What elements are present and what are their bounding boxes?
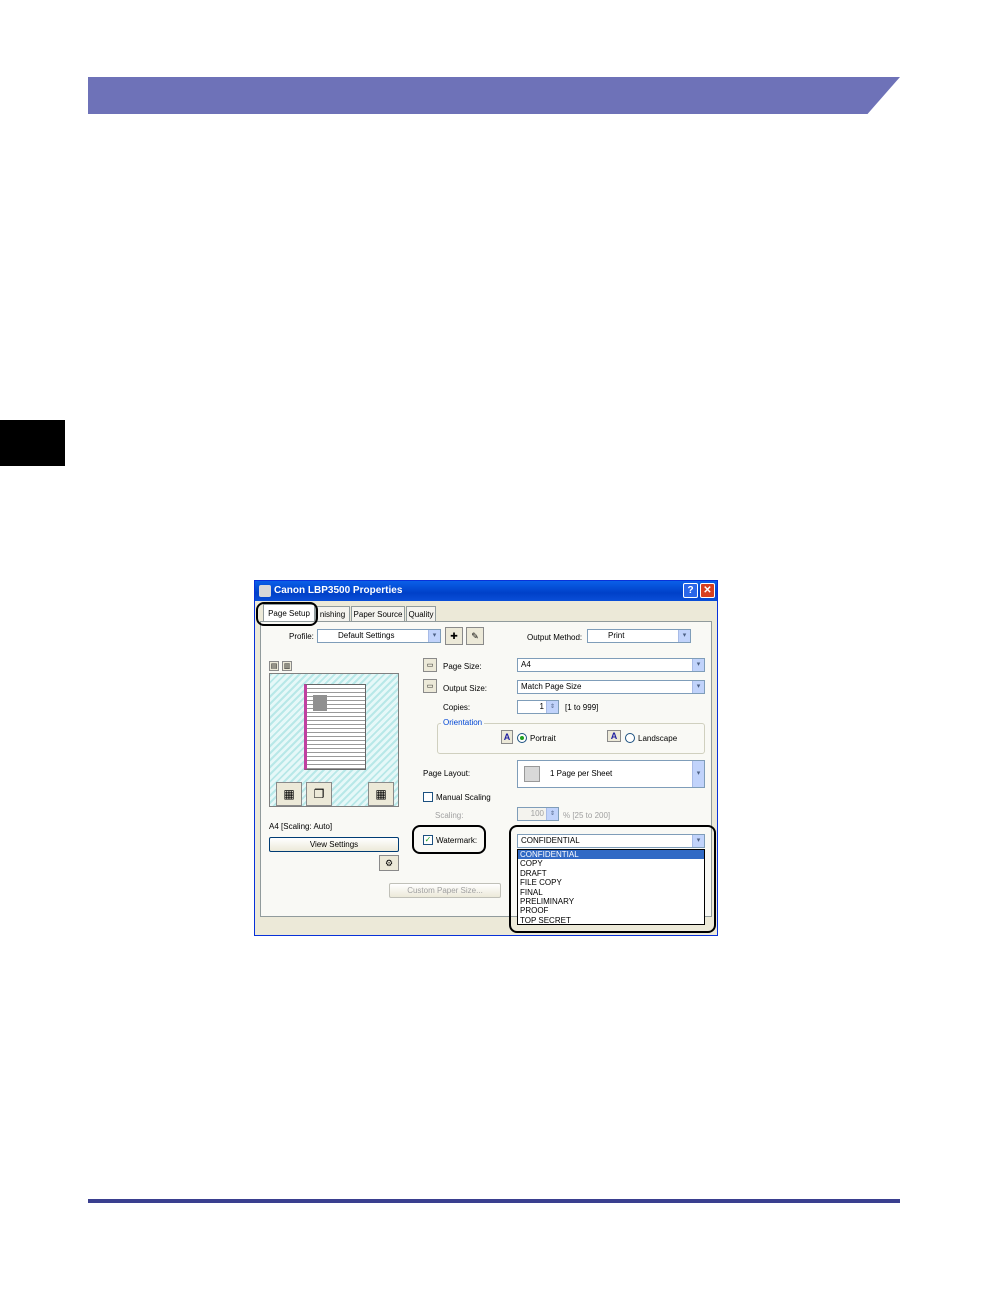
layout-view-icon[interactable]: ▤ (269, 661, 279, 671)
watermark-checkbox-callout (412, 825, 486, 854)
output-size-select[interactable]: Match Page Size ▾ (517, 680, 705, 694)
tab-paper-source[interactable]: Paper Source (351, 606, 405, 621)
chevron-down-icon: ▾ (692, 659, 704, 671)
custom-paper-size-button[interactable]: Custom Paper Size... (389, 883, 501, 898)
page-layout-select[interactable]: 1 Page per Sheet ▾ (517, 760, 705, 788)
profile-label: Profile: (289, 632, 314, 641)
orientation-title: Orientation (441, 718, 485, 727)
add-profile-icon[interactable]: ✚ (445, 627, 463, 645)
chevron-down-icon: ▾ (692, 681, 704, 693)
page-size-icon: ▭ (423, 658, 437, 672)
manual-scaling-label: Manual Scaling (436, 793, 491, 802)
stepper-arrows-icon[interactable]: ⇕ (546, 701, 558, 713)
output-size-label: Output Size: (443, 684, 488, 693)
printer-properties-dialog: Canon LBP3500 Properties ? ✕ Page Setup … (254, 580, 718, 936)
view-settings-button[interactable]: View Settings (269, 837, 399, 852)
page-size-select[interactable]: A4 ▾ (517, 658, 705, 672)
chevron-down-icon: ▾ (678, 630, 690, 642)
printer-view-icon[interactable]: ▥ (282, 661, 292, 671)
output-method-select[interactable]: Print ▾ (587, 629, 691, 643)
printer-info-icon[interactable]: ⚙ (379, 855, 399, 871)
close-button[interactable]: ✕ (700, 583, 715, 598)
title-bar[interactable]: Canon LBP3500 Properties ? ✕ (255, 581, 717, 601)
copies-label: Copies: (443, 703, 471, 712)
page-layout-value: 1 Page per Sheet (550, 769, 613, 778)
output-size-value: Match Page Size (521, 682, 582, 691)
watermark-list-callout (509, 825, 716, 933)
landscape-radio[interactable] (625, 733, 635, 743)
page-size-label: Page Size: (443, 662, 482, 671)
scaling-range: % [25 to 200] (563, 811, 611, 820)
copies-range: [1 to 999] (565, 703, 599, 712)
page-size-value: A4 (521, 660, 531, 669)
profile-select[interactable]: Default Settings ▾ (317, 629, 441, 643)
scaling-value: 100 (530, 809, 544, 818)
chevron-down-icon: ▾ (428, 630, 440, 642)
chapter-side-tab (0, 420, 65, 466)
edit-profile-icon[interactable]: ✎ (466, 627, 484, 645)
dialog-title: Canon LBP3500 Properties (274, 585, 403, 596)
output-method-label: Output Method: (527, 633, 583, 642)
scaling-stepper[interactable]: 100 ⇕ (517, 807, 559, 821)
copies-value: 1 (539, 702, 544, 711)
print-style-icon[interactable]: ▦ (276, 782, 302, 806)
output-size-icon: ▭ (423, 679, 437, 693)
tab-finishing[interactable]: nishing (315, 606, 350, 621)
portrait-label: Portrait (530, 734, 556, 743)
copies-stepper[interactable]: 1 ⇕ (517, 700, 559, 714)
profile-value: Default Settings (338, 631, 395, 640)
landscape-icon: A (607, 730, 621, 742)
scaling-label: Scaling: (435, 811, 464, 820)
output-method-value: Print (608, 631, 625, 640)
page-thumbnail (304, 684, 366, 770)
thumbnail-figure (313, 695, 327, 711)
landscape-label: Landscape (638, 734, 678, 743)
help-button[interactable]: ? (683, 583, 698, 598)
section-header-band (88, 77, 900, 114)
page-layout-icon (524, 766, 540, 782)
portrait-icon: A (501, 730, 513, 744)
page-layout-label: Page Layout: (423, 769, 471, 778)
copies-style-icon[interactable]: ❐ (306, 782, 332, 806)
page-setup-tab-callout (256, 602, 318, 626)
preview-caption: A4 [Scaling: Auto] (269, 822, 333, 831)
portrait-radio[interactable] (517, 733, 527, 743)
manual-scaling-checkbox[interactable] (423, 792, 433, 802)
chevron-down-icon: ▾ (692, 761, 704, 787)
stepper-arrows-icon[interactable]: ⇕ (546, 808, 558, 820)
printer-icon (259, 585, 271, 597)
print-preview: ▦ ❐ ▦ (269, 673, 399, 807)
footer-rule (88, 1199, 900, 1203)
layout-grid-icon[interactable]: ▦ (368, 782, 394, 806)
tab-quality[interactable]: Quality (406, 606, 436, 621)
